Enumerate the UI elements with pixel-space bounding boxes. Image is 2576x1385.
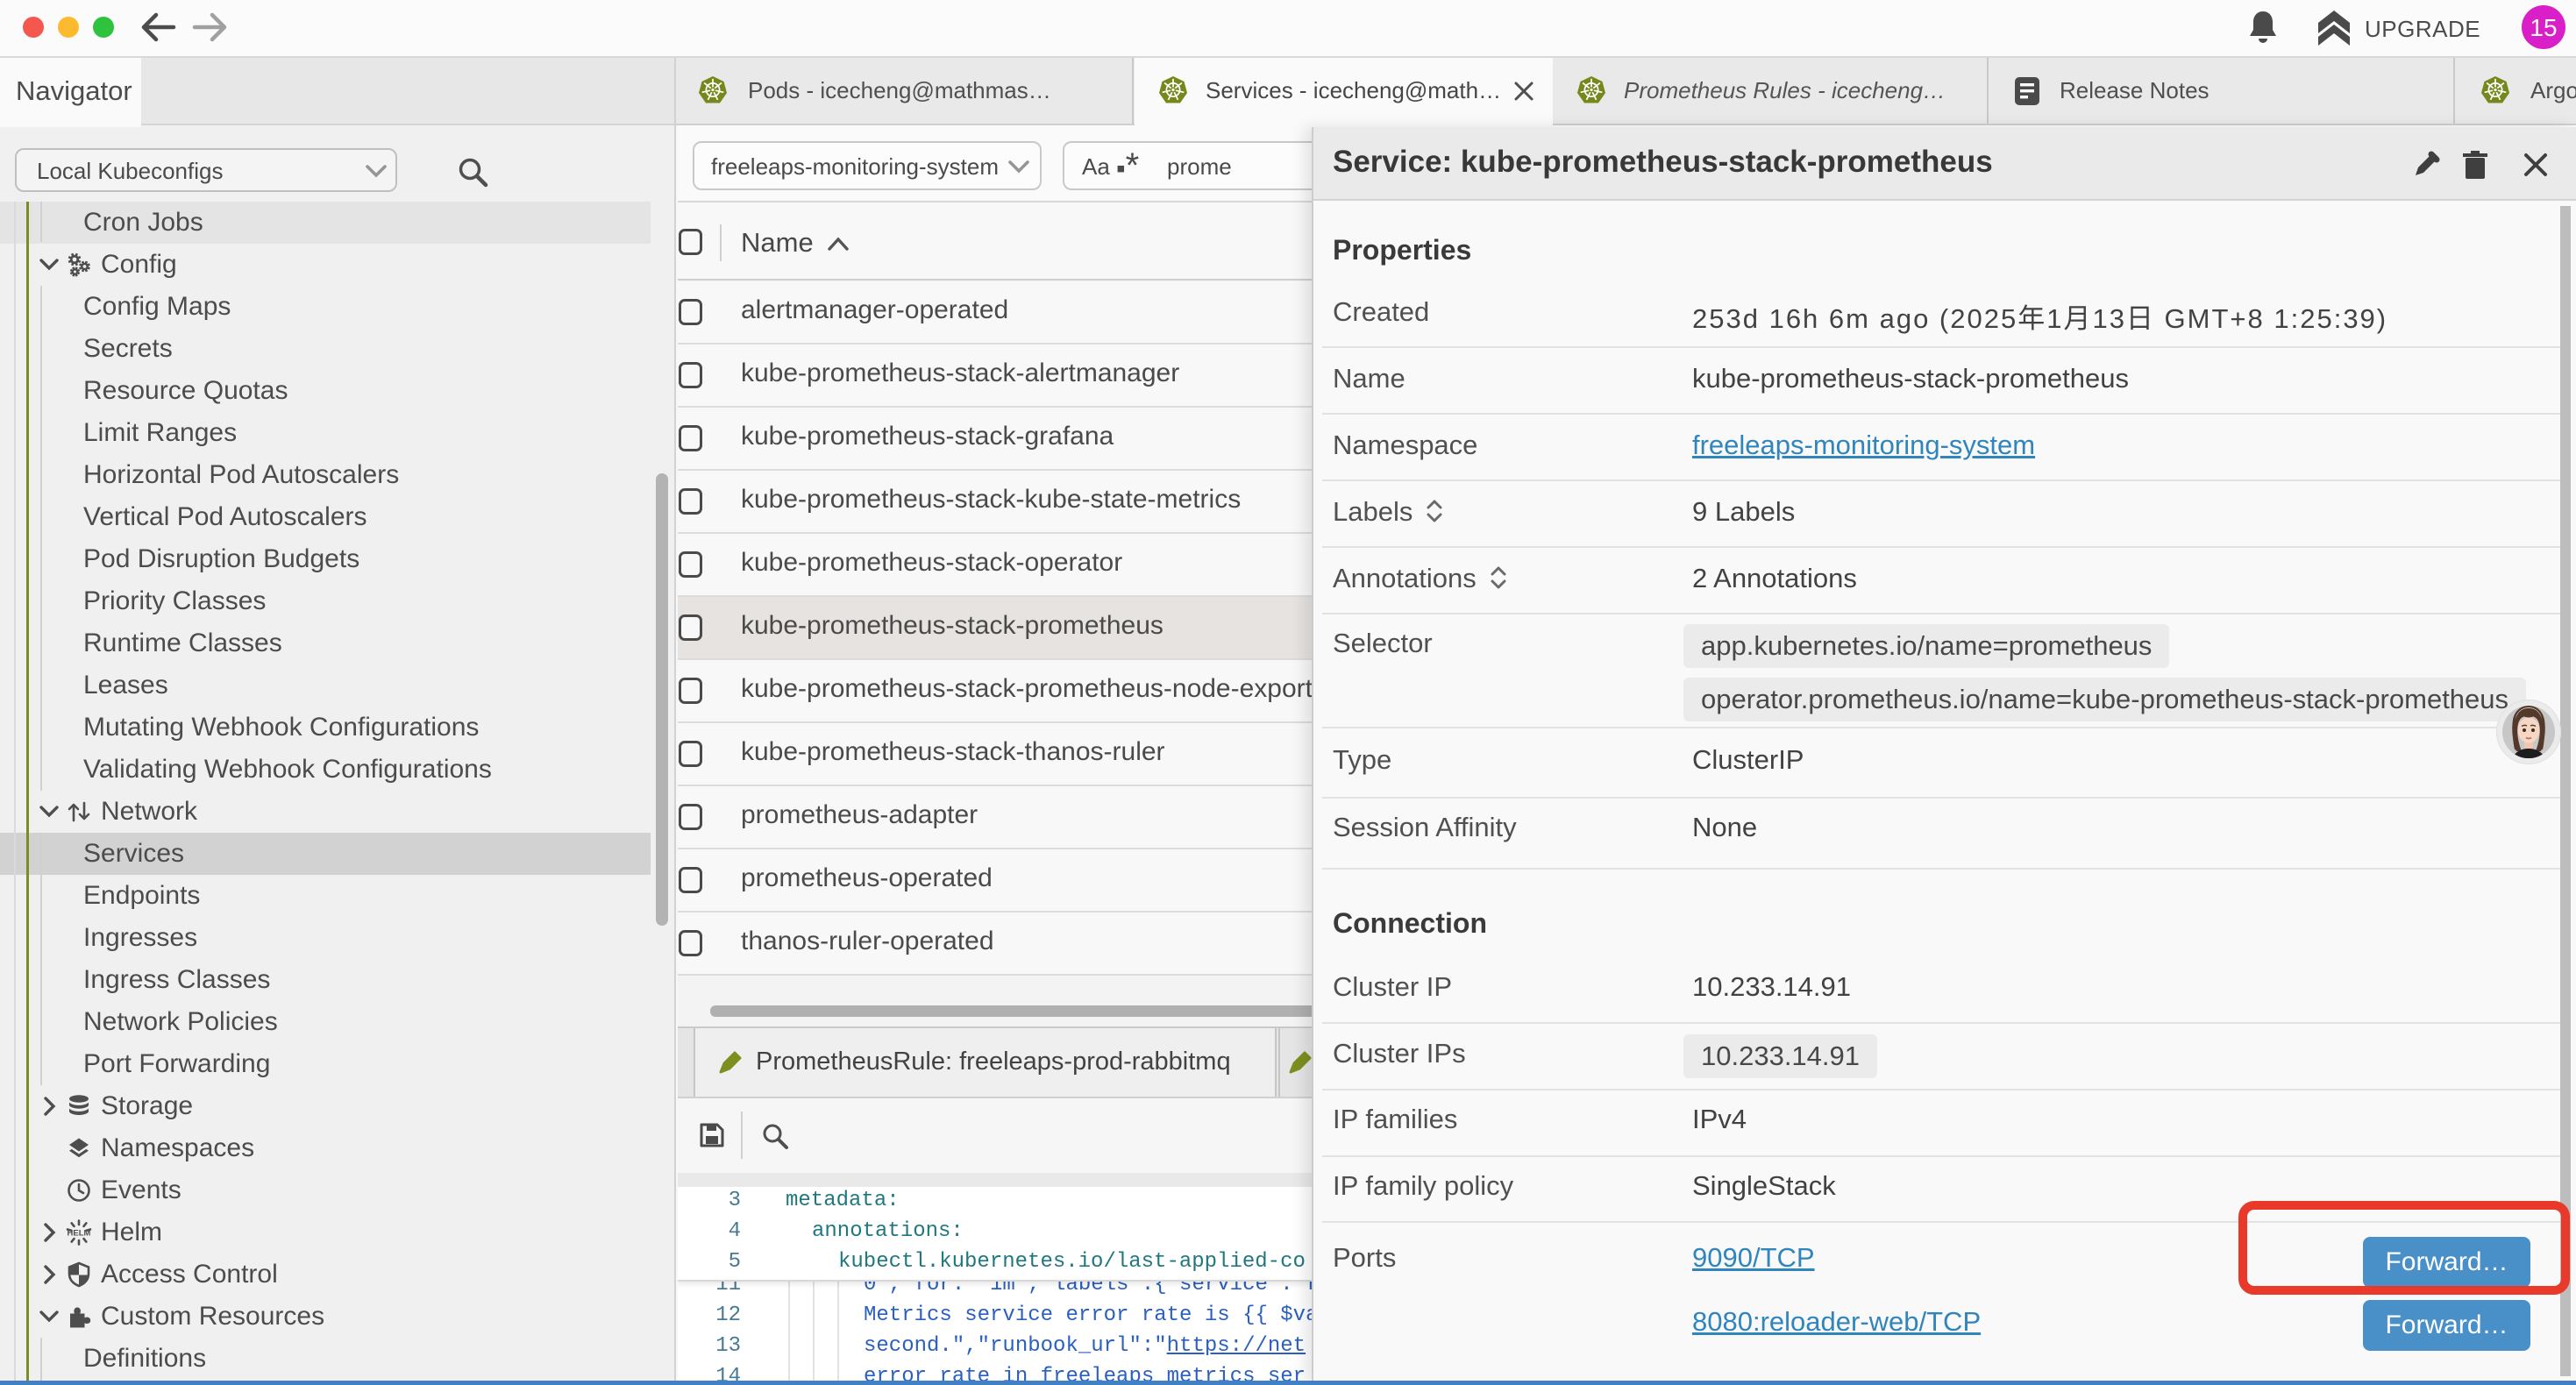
svg-text:HELM: HELM [68,1229,91,1239]
